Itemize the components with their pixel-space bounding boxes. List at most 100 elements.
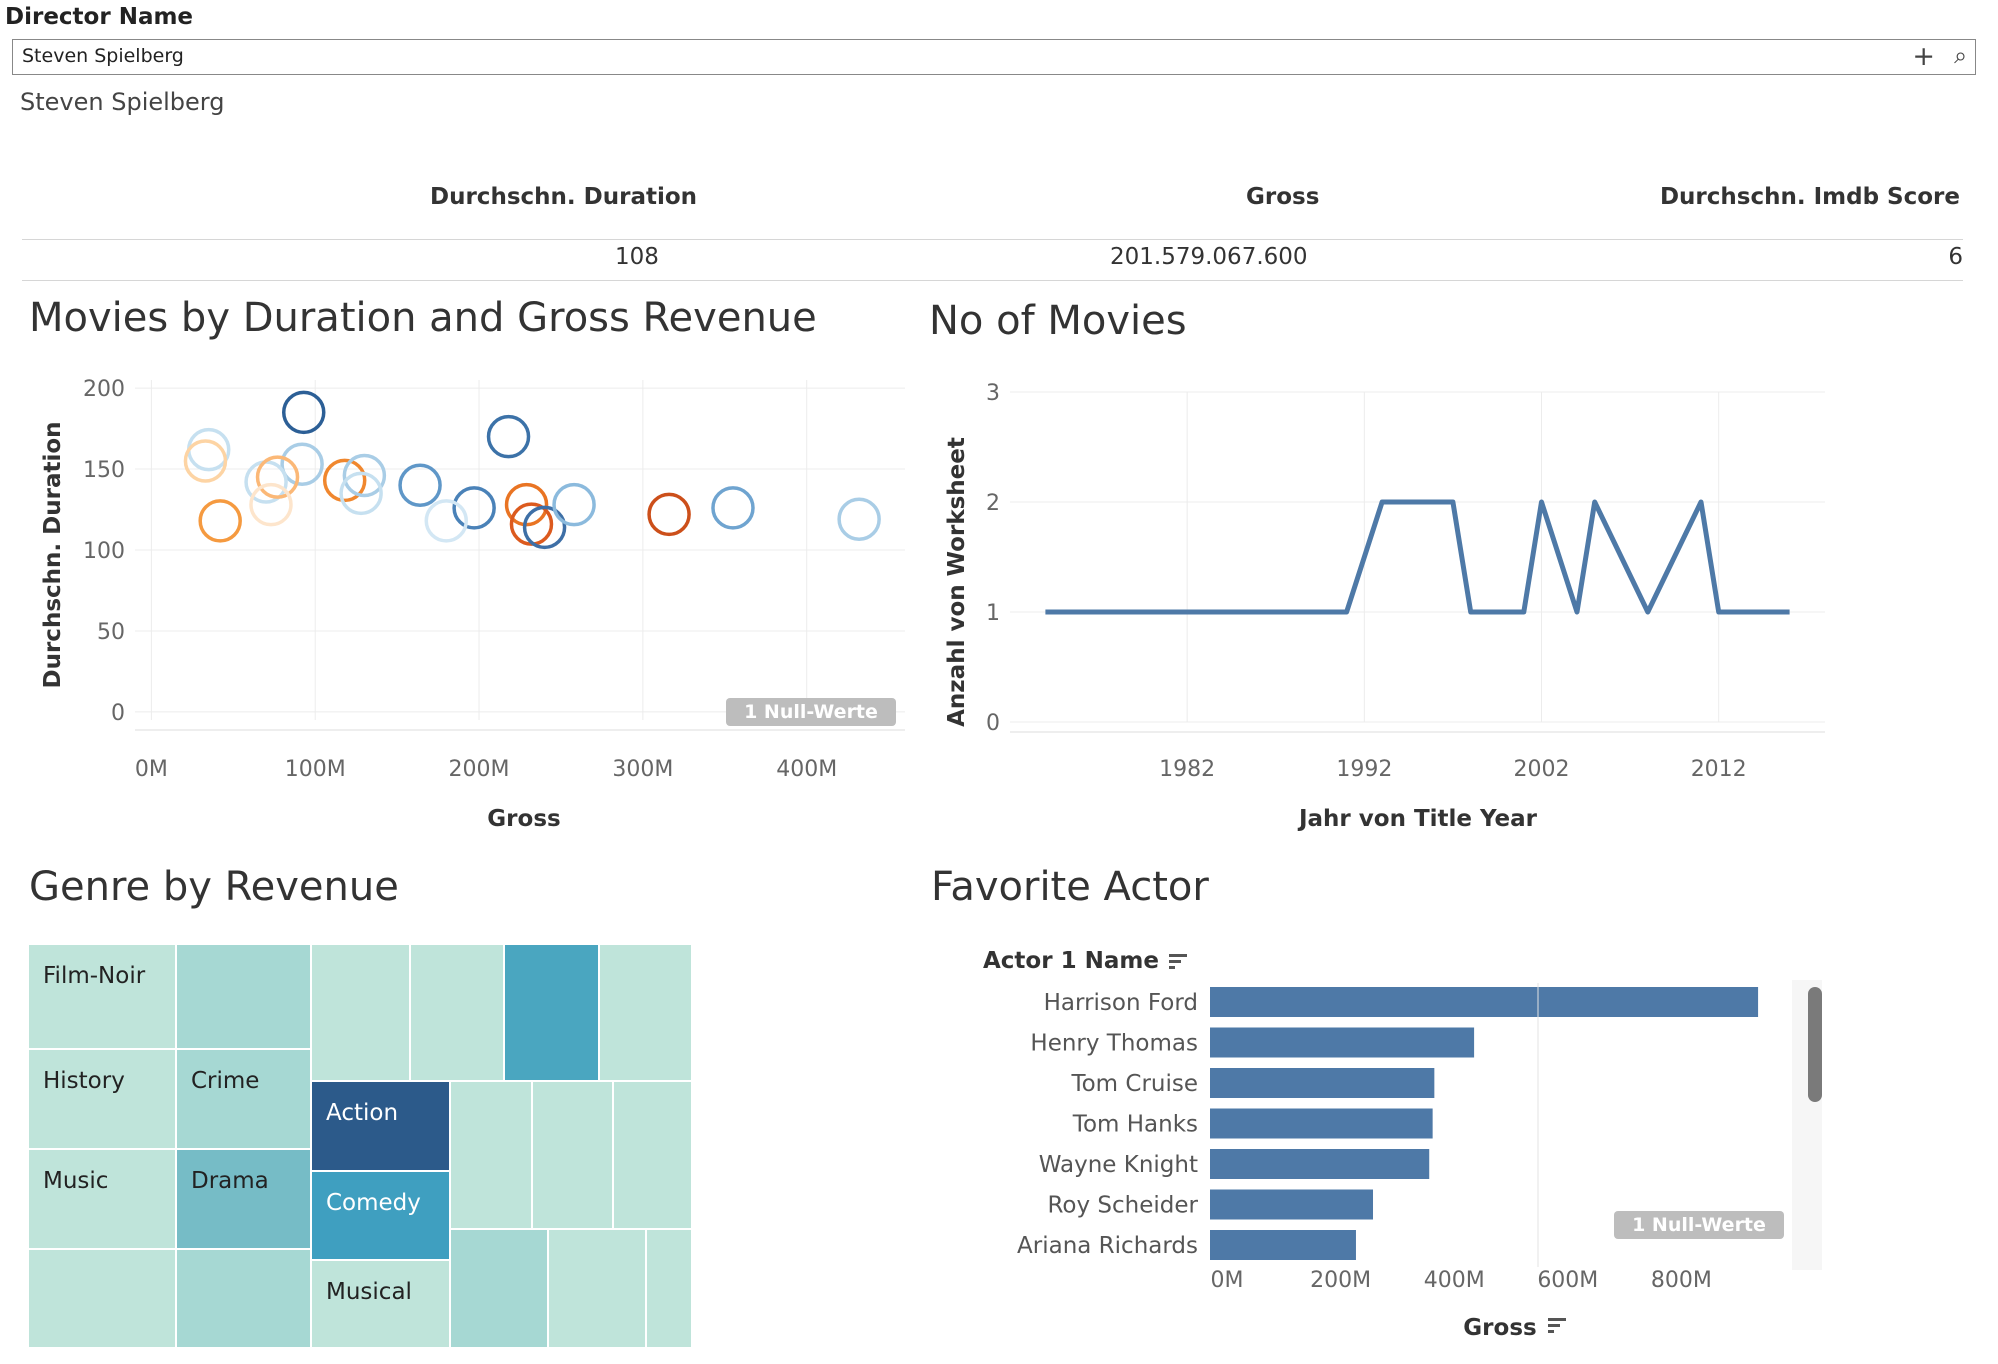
bar[interactable] — [1210, 1149, 1430, 1179]
treemap-cell[interactable] — [614, 1082, 693, 1230]
scatter-point[interactable] — [280, 442, 324, 486]
line-series-movies[interactable] — [1045, 499, 1790, 615]
bar[interactable] — [1210, 1068, 1435, 1098]
genre-treemap[interactable]: Film-Noir History Music Crime Drama Acti… — [29, 945, 693, 1349]
scatter-chart[interactable]: 0M 100M 200M 300M 400M 0 50 100 150 200 Gross Du… — [0, 360, 920, 840]
plus-icon[interactable]: + — [1912, 41, 1935, 72]
scatter-null-badge[interactable]: 1 Null-Werte — [726, 698, 896, 726]
bar[interactable] — [1210, 1189, 1374, 1220]
treemap-cell-action[interactable]: Action — [312, 1082, 451, 1172]
treemap-title: Genre by Revenue — [29, 864, 399, 910]
scatter-point[interactable] — [281, 390, 326, 435]
scatter-y-tick: 200 — [83, 377, 125, 402]
treemap-cell-film-noir[interactable]: Film-Noir — [29, 945, 177, 1050]
treemap-cell-crime[interactable]: Crime — [177, 1050, 312, 1150]
bar-x-tick: 0M — [1211, 1268, 1244, 1293]
scatter-point[interactable] — [486, 414, 531, 459]
line-chart[interactable]: 1982 1992 2002 2012 0 1 2 3 Jahr von Title Yea… — [920, 360, 1840, 840]
scatter-y-tick: 0 — [111, 701, 125, 726]
scatter-y-axis-title: Durchschn. Duration — [40, 421, 66, 688]
treemap-cell[interactable] — [451, 1082, 533, 1230]
kpi-value-gross: 201.579.067.600 — [1110, 244, 1308, 270]
search-icon[interactable]: ⌕ — [1954, 43, 1967, 69]
bar[interactable] — [1210, 1108, 1433, 1139]
scatter-x-tick: 300M — [612, 757, 673, 782]
bar-category-label: Tom Cruise — [1070, 1071, 1198, 1097]
treemap-cell[interactable] — [533, 1082, 614, 1230]
scatter-point[interactable] — [398, 463, 442, 507]
bar-xlabel-sort-icon[interactable] — [1548, 1318, 1566, 1333]
treemap-cell[interactable] — [549, 1230, 647, 1349]
treemap-cell-music[interactable]: Music — [29, 1150, 177, 1250]
treemap-cell-history[interactable]: History — [29, 1050, 177, 1150]
bar-title: Favorite Actor — [931, 864, 1209, 910]
sort-icon[interactable] — [1167, 953, 1187, 971]
bar-category-label: Tom Hanks — [1072, 1112, 1198, 1138]
bar[interactable] — [1210, 1027, 1475, 1058]
selected-director: Steven Spielberg — [20, 88, 225, 116]
kpi-header-gross: Gross — [1246, 184, 1320, 210]
line-y-axis-title: Anzahl von Worksheet — [944, 437, 970, 727]
scatter-y-tick: 150 — [83, 458, 125, 483]
scatter-y-tick: 50 — [97, 620, 125, 645]
treemap-cell[interactable] — [177, 945, 312, 1050]
treemap-label-crime: Crime — [191, 1068, 260, 1094]
scatter-point[interactable] — [837, 497, 881, 541]
treemap-cell[interactable] — [29, 1250, 177, 1349]
bar-null-badge[interactable]: 1 Null-Werte — [1614, 1211, 1784, 1239]
treemap-cell-comedy[interactable]: Comedy — [312, 1172, 451, 1261]
scatter-x-tick: 400M — [776, 757, 837, 782]
kpi-header-imdb: Durchschn. Imdb Score — [1659, 184, 1960, 210]
bar-category-label: Henry Thomas — [1030, 1031, 1198, 1057]
scatter-point[interactable] — [249, 482, 293, 527]
actor-field-header[interactable]: Actor 1 Name — [983, 948, 1187, 974]
line-x-tick: 2012 — [1691, 757, 1747, 782]
scatter-point[interactable] — [552, 482, 596, 527]
bar-category-label: Harrison Ford — [1044, 990, 1198, 1016]
line-y-tick: 2 — [986, 491, 1000, 516]
treemap-label-music: Music — [43, 1168, 109, 1194]
scatter-point[interactable] — [711, 486, 755, 530]
scatter-x-tick: 200M — [449, 757, 510, 782]
scatter-x-tick: 100M — [285, 757, 346, 782]
treemap-cell-drama[interactable]: Drama — [177, 1150, 312, 1250]
treemap-cell[interactable] — [411, 945, 505, 1082]
scatter-title: Movies by Duration and Gross Revenue — [29, 295, 817, 341]
treemap-label-action: Action — [326, 1100, 399, 1126]
bar-x-tick: 400M — [1424, 1268, 1485, 1293]
treemap-label-history: History — [43, 1068, 125, 1094]
line-x-axis-title: Jahr von Title Year — [1297, 806, 1538, 832]
bar[interactable] — [1210, 987, 1759, 1017]
line-y-tick: 3 — [986, 381, 1000, 406]
treemap-cell[interactable] — [600, 945, 693, 1082]
treemap-cell[interactable] — [647, 1230, 693, 1349]
scatter-x-tick: 0M — [135, 757, 168, 782]
director-filter-input[interactable]: Steven Spielberg + ⌕ — [12, 39, 1976, 75]
treemap-cell[interactable] — [312, 945, 411, 1082]
scatter-point[interactable] — [198, 499, 242, 543]
treemap-cell[interactable] — [505, 945, 600, 1082]
scrollbar-thumb[interactable] — [1808, 987, 1822, 1102]
line-x-tick: 1992 — [1336, 757, 1392, 782]
line-x-tick: 1982 — [1159, 757, 1215, 782]
scatter-point[interactable] — [255, 455, 300, 499]
scatter-point[interactable] — [647, 492, 691, 537]
kpi-header-duration: Durchschn. Duration — [430, 184, 698, 210]
filter-value[interactable]: Steven Spielberg — [22, 45, 184, 67]
line-y-tick: 1 — [986, 601, 1000, 626]
line-x-tick: 2002 — [1514, 757, 1570, 782]
bar-x-tick: 600M — [1537, 1268, 1598, 1293]
actor-bar-chart[interactable]: Harrison Ford Henry Thomas Tom Cruise Tom H… — [1000, 975, 1860, 1355]
bar-x-axis-title: Gross — [1463, 1315, 1536, 1341]
kpi-divider-top — [22, 239, 1963, 240]
bar[interactable] — [1210, 1230, 1356, 1260]
treemap-label-comedy: Comedy — [326, 1190, 421, 1216]
treemap-cell[interactable] — [451, 1230, 549, 1349]
treemap-cell[interactable] — [177, 1250, 312, 1349]
bar-category-label: Roy Scheider — [1047, 1193, 1198, 1219]
bar-category-label: Wayne Knight — [1039, 1152, 1198, 1178]
treemap-cell-musical[interactable]: Musical — [312, 1261, 451, 1349]
actor-field-label: Actor 1 Name — [983, 948, 1159, 974]
bar-category-label: Ariana Richards — [1017, 1233, 1198, 1259]
treemap-label-film-noir: Film-Noir — [43, 963, 146, 989]
